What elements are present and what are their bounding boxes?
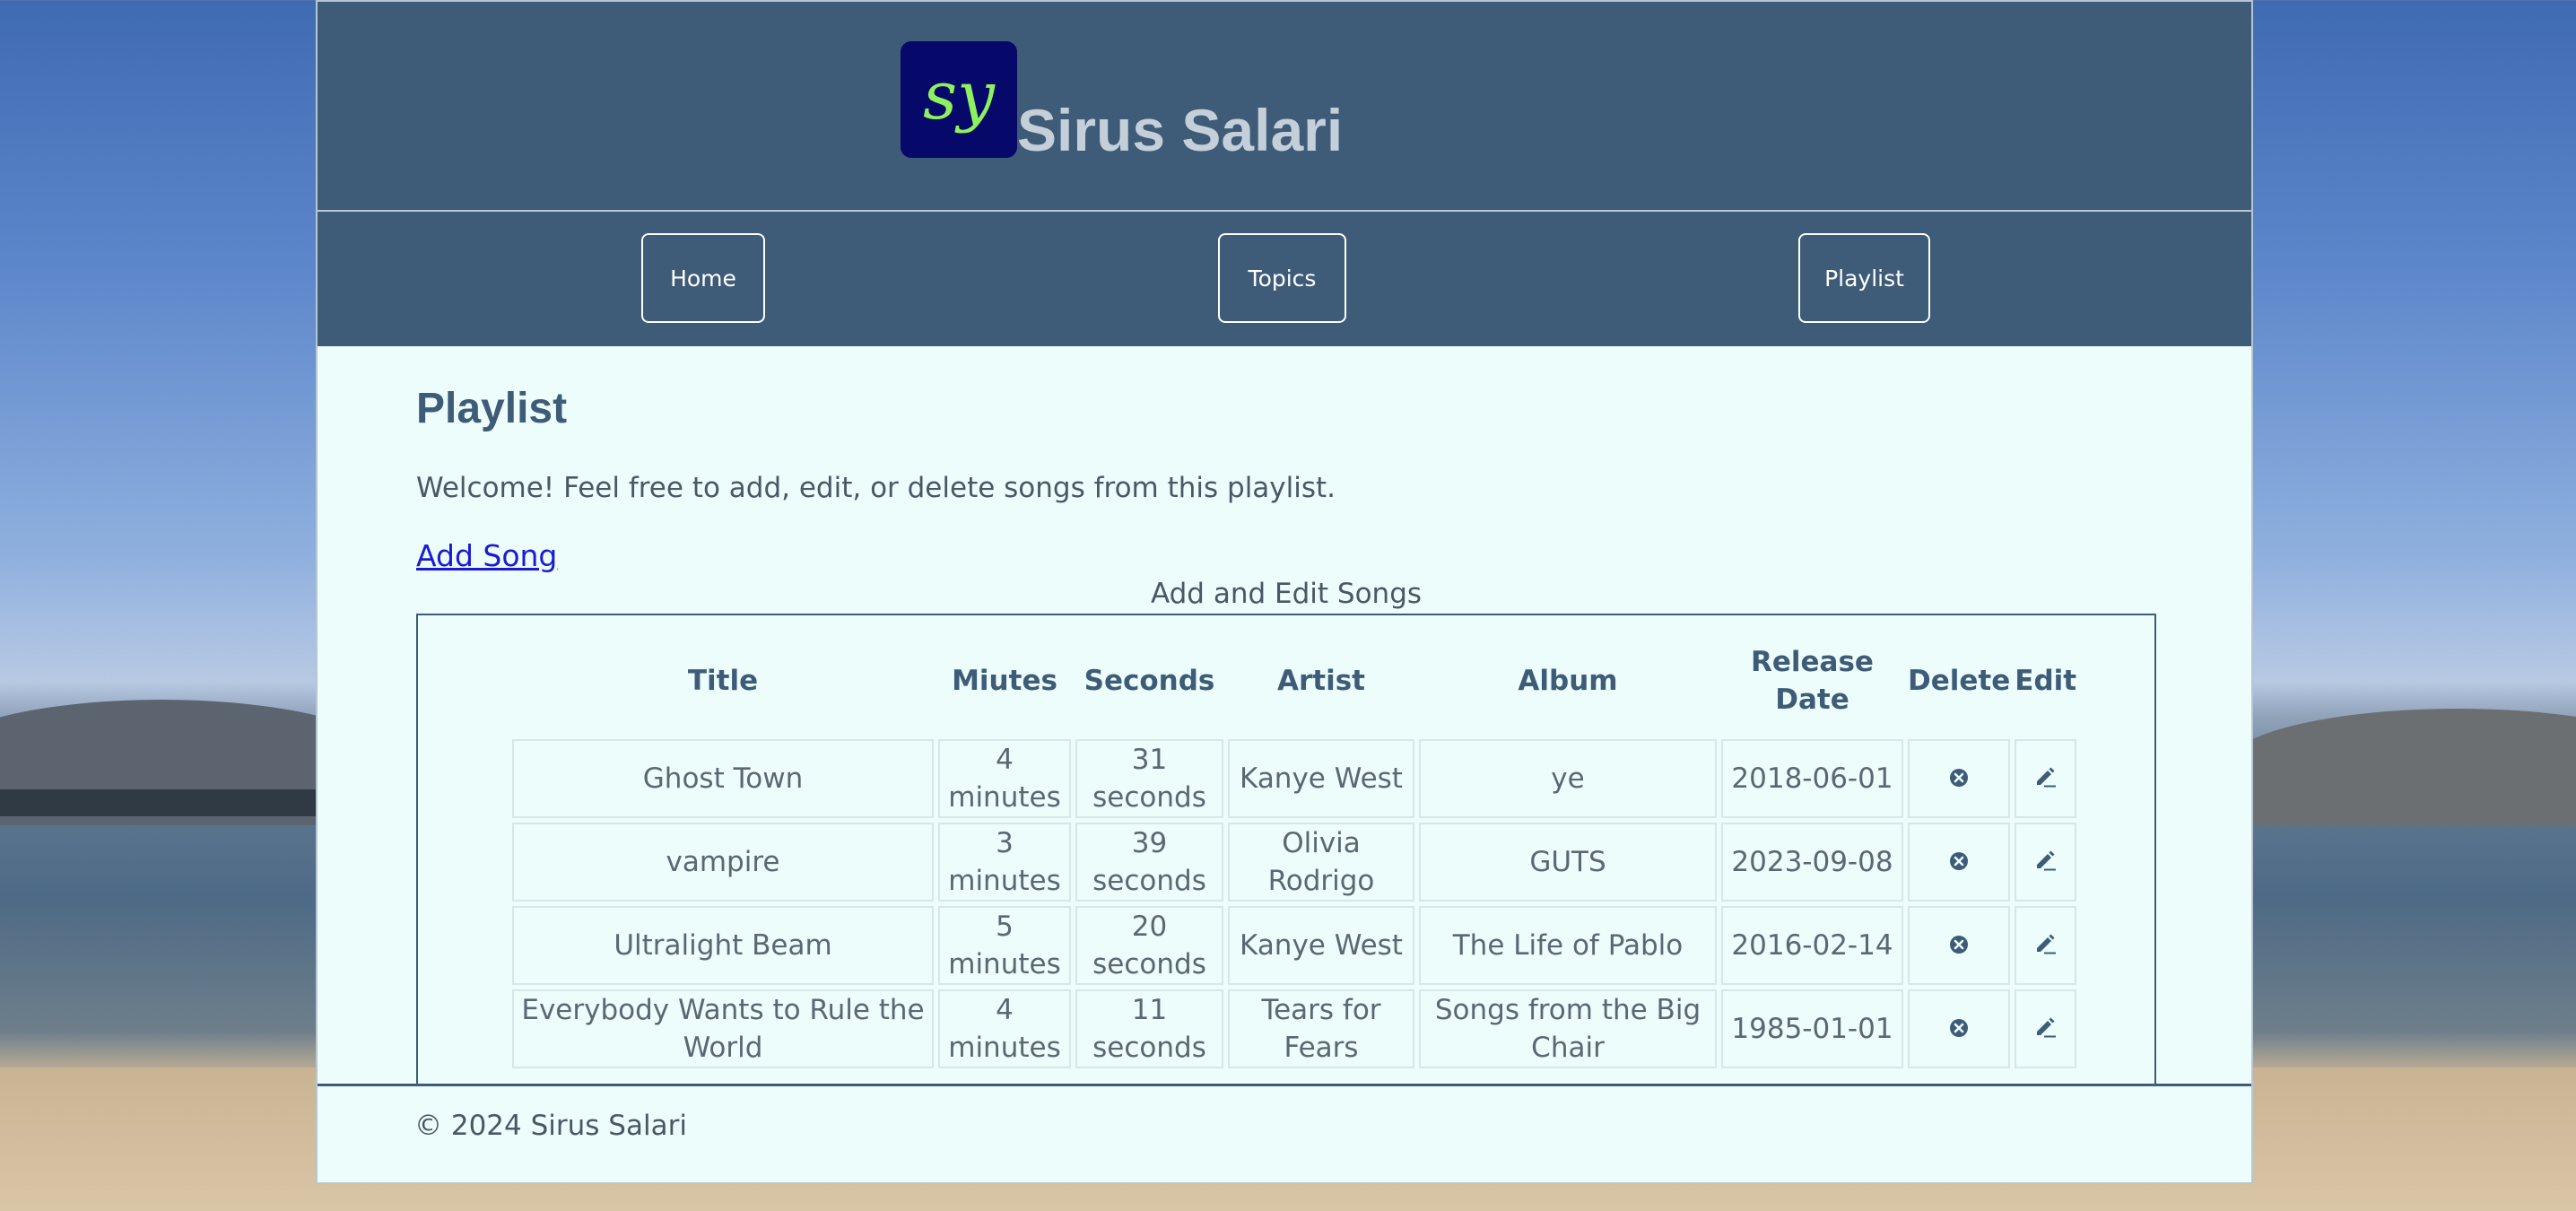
close-circle-icon[interactable] <box>1945 763 1973 792</box>
cell-title: Ghost Town <box>512 739 934 818</box>
add-song-link[interactable]: Add Song <box>416 538 557 573</box>
pencil-icon[interactable] <box>2032 929 2060 958</box>
cell-minutes: 4 minutes <box>938 739 1071 818</box>
close-circle-icon[interactable] <box>1945 847 1973 876</box>
background-hill-right <box>2224 709 2576 825</box>
cell-delete <box>1908 739 2011 818</box>
column-header-delete: Delete <box>1908 665 2011 697</box>
welcome-text: Welcome! Feel free to add, edit, or dele… <box>416 472 1336 504</box>
cell-title: Ultralight Beam <box>512 906 934 985</box>
column-header-seconds: Seconds <box>1083 665 1215 697</box>
pencil-icon[interactable] <box>2032 762 2060 791</box>
cell-edit <box>2015 823 2077 902</box>
cell-seconds: 39 seconds <box>1075 823 1223 902</box>
logo-text: sy <box>923 57 995 135</box>
page-container: sy Sirus Salari Home Topics Playlist Pla… <box>316 0 2253 1184</box>
cell-delete <box>1908 906 2011 985</box>
column-header-release-date: Release Date <box>1751 646 1874 716</box>
page-title: Playlist <box>416 385 568 432</box>
background-pier <box>0 789 316 816</box>
site-header: sy Sirus Salari <box>318 2 2251 212</box>
cell-artist: Kanye West <box>1228 906 1414 985</box>
cell-release-date: 1985-01-01 <box>1721 989 1903 1068</box>
cell-seconds: 31 seconds <box>1075 739 1223 818</box>
cell-delete <box>1908 989 2011 1068</box>
cell-album: ye <box>1419 739 1717 818</box>
site-footer: © 2024 Sirus Salari <box>318 1084 2251 1184</box>
cell-release-date: 2018-06-01 <box>1721 739 1903 818</box>
site-title: Sirus Salari <box>1017 97 1344 163</box>
playlist-table-container: Title Miutes Seconds Artist Album Releas… <box>416 614 2156 1086</box>
cell-artist: Tears for Fears <box>1228 989 1414 1068</box>
column-header-minutes: Miutes <box>952 665 1057 697</box>
nav-playlist-button[interactable]: Playlist <box>1798 233 1930 323</box>
table-row: Everybody Wants to Rule the World 4 minu… <box>512 989 2077 1068</box>
playlist-table: Title Miutes Seconds Artist Album Releas… <box>508 623 2081 1073</box>
column-header-album: Album <box>1518 665 1618 697</box>
cell-minutes: 4 minutes <box>938 989 1071 1068</box>
nav-home-button[interactable]: Home <box>641 233 765 323</box>
cell-seconds: 20 seconds <box>1075 906 1223 985</box>
cell-seconds: 11 seconds <box>1075 989 1223 1068</box>
main-nav: Home Topics Playlist <box>318 212 2251 346</box>
copyright-text: © 2024 Sirus Salari <box>414 1110 687 1142</box>
cell-title: vampire <box>512 823 934 902</box>
column-header-artist: Artist <box>1277 665 1365 697</box>
cell-edit <box>2015 989 2077 1068</box>
cell-title: Everybody Wants to Rule the World <box>512 989 934 1068</box>
column-header-title: Title <box>687 665 759 697</box>
table-row: Ultralight Beam 5 minutes 20 seconds Kan… <box>512 906 2077 985</box>
cell-minutes: 5 minutes <box>938 906 1071 985</box>
cell-edit <box>2015 906 2077 985</box>
table-header-row: Title Miutes Seconds Artist Album Releas… <box>512 627 2076 735</box>
table-row: vampire 3 minutes 39 seconds Olivia Rodr… <box>512 823 2077 902</box>
close-circle-icon[interactable] <box>1945 930 1973 959</box>
cell-delete <box>1908 823 2011 902</box>
table-caption: Add and Edit Songs <box>1150 578 1423 610</box>
cell-artist: Kanye West <box>1228 739 1414 818</box>
cell-album: GUTS <box>1419 823 1717 902</box>
cell-album: The Life of Pablo <box>1419 906 1717 985</box>
close-circle-icon[interactable] <box>1945 1014 1973 1042</box>
cell-album: Songs from the Big Chair <box>1419 989 1717 1068</box>
column-header-edit: Edit <box>2015 665 2077 697</box>
site-logo[interactable]: sy <box>901 41 1017 158</box>
cell-release-date: 2023-09-08 <box>1721 823 1903 902</box>
cell-artist: Olivia Rodrigo <box>1228 823 1414 902</box>
table-row: Ghost Town 4 minutes 31 seconds Kanye We… <box>512 739 2077 818</box>
nav-topics-button[interactable]: Topics <box>1218 233 1346 323</box>
pencil-icon[interactable] <box>2032 846 2060 875</box>
pencil-icon[interactable] <box>2032 1013 2060 1041</box>
cell-edit <box>2015 739 2077 818</box>
cell-release-date: 2016-02-14 <box>1721 906 1903 985</box>
cell-minutes: 3 minutes <box>938 823 1071 902</box>
